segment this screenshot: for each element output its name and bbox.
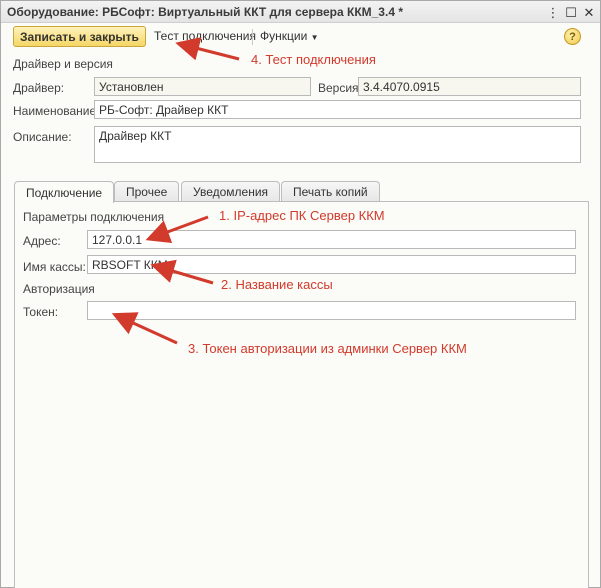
chevron-down-icon: ▼ bbox=[310, 33, 319, 42]
name-label: Наименование: bbox=[13, 104, 100, 118]
test-connection-button[interactable]: Тест подключения bbox=[154, 29, 256, 43]
register-name-input[interactable]: RBSOFT ККМ bbox=[87, 255, 576, 274]
token-input[interactable] bbox=[87, 301, 576, 320]
save-and-close-button[interactable]: Записать и закрыть bbox=[13, 26, 146, 47]
tabs-area: Подключение Прочее Уведомления Печать ко… bbox=[14, 181, 589, 588]
annotation-token: 3. Токен авторизации из админки Сервер К… bbox=[186, 341, 469, 356]
address-label: Адрес: bbox=[23, 234, 61, 248]
driver-section-heading: Драйвер и версия bbox=[13, 57, 113, 71]
help-icon[interactable]: ? bbox=[564, 28, 581, 45]
title-bar: Оборудование: РБСофт: Виртуальный ККТ дл… bbox=[1, 1, 600, 23]
version-label: Версия: bbox=[318, 81, 362, 95]
tab-connection[interactable]: Подключение bbox=[14, 181, 115, 203]
driver-field[interactable]: Установлен bbox=[94, 77, 311, 96]
description-label: Описание: bbox=[13, 130, 72, 144]
toolbar-separator bbox=[252, 29, 253, 45]
auth-heading: Авторизация bbox=[23, 282, 95, 296]
functions-label: Функции bbox=[260, 29, 308, 43]
window-title: Оборудование: РБСофт: Виртуальный ККТ дл… bbox=[7, 5, 403, 19]
annotation-ip-address: 1. IP-адрес ПК Сервер ККМ bbox=[217, 208, 387, 223]
version-field[interactable]: 3.4.4070.0915 bbox=[358, 77, 581, 96]
tab-other[interactable]: Прочее bbox=[114, 181, 180, 202]
annotation-test-connection: 4. Тест подключения bbox=[249, 52, 378, 67]
tab-notifications[interactable]: Уведомления bbox=[181, 181, 281, 202]
functions-menu-button[interactable]: Функции ▼ bbox=[260, 29, 319, 43]
more-icon[interactable]: ⋮ bbox=[545, 4, 561, 20]
register-name-label: Имя кассы: bbox=[23, 260, 86, 274]
close-icon[interactable]: ✕ bbox=[581, 4, 597, 20]
address-input[interactable]: 127.0.0.1 bbox=[87, 230, 576, 249]
annotation-register-name: 2. Название кассы bbox=[219, 277, 335, 292]
connection-tab-panel: Параметры подключения Адрес: 127.0.0.1 И… bbox=[14, 201, 589, 588]
name-field[interactable]: РБ-Софт: Драйвер ККТ bbox=[94, 100, 581, 119]
maximize-icon[interactable]: ☐ bbox=[563, 4, 579, 20]
driver-label: Драйвер: bbox=[13, 81, 65, 95]
tab-print-copies[interactable]: Печать копий bbox=[281, 181, 380, 202]
description-field[interactable]: Драйвер ККТ bbox=[94, 126, 581, 163]
token-label: Токен: bbox=[23, 305, 59, 319]
equipment-window: Оборудование: РБСофт: Виртуальный ККТ дл… bbox=[0, 0, 601, 588]
connection-params-heading: Параметры подключения bbox=[23, 210, 165, 224]
toolbar: Записать и закрыть Тест подключения Функ… bbox=[1, 23, 600, 51]
